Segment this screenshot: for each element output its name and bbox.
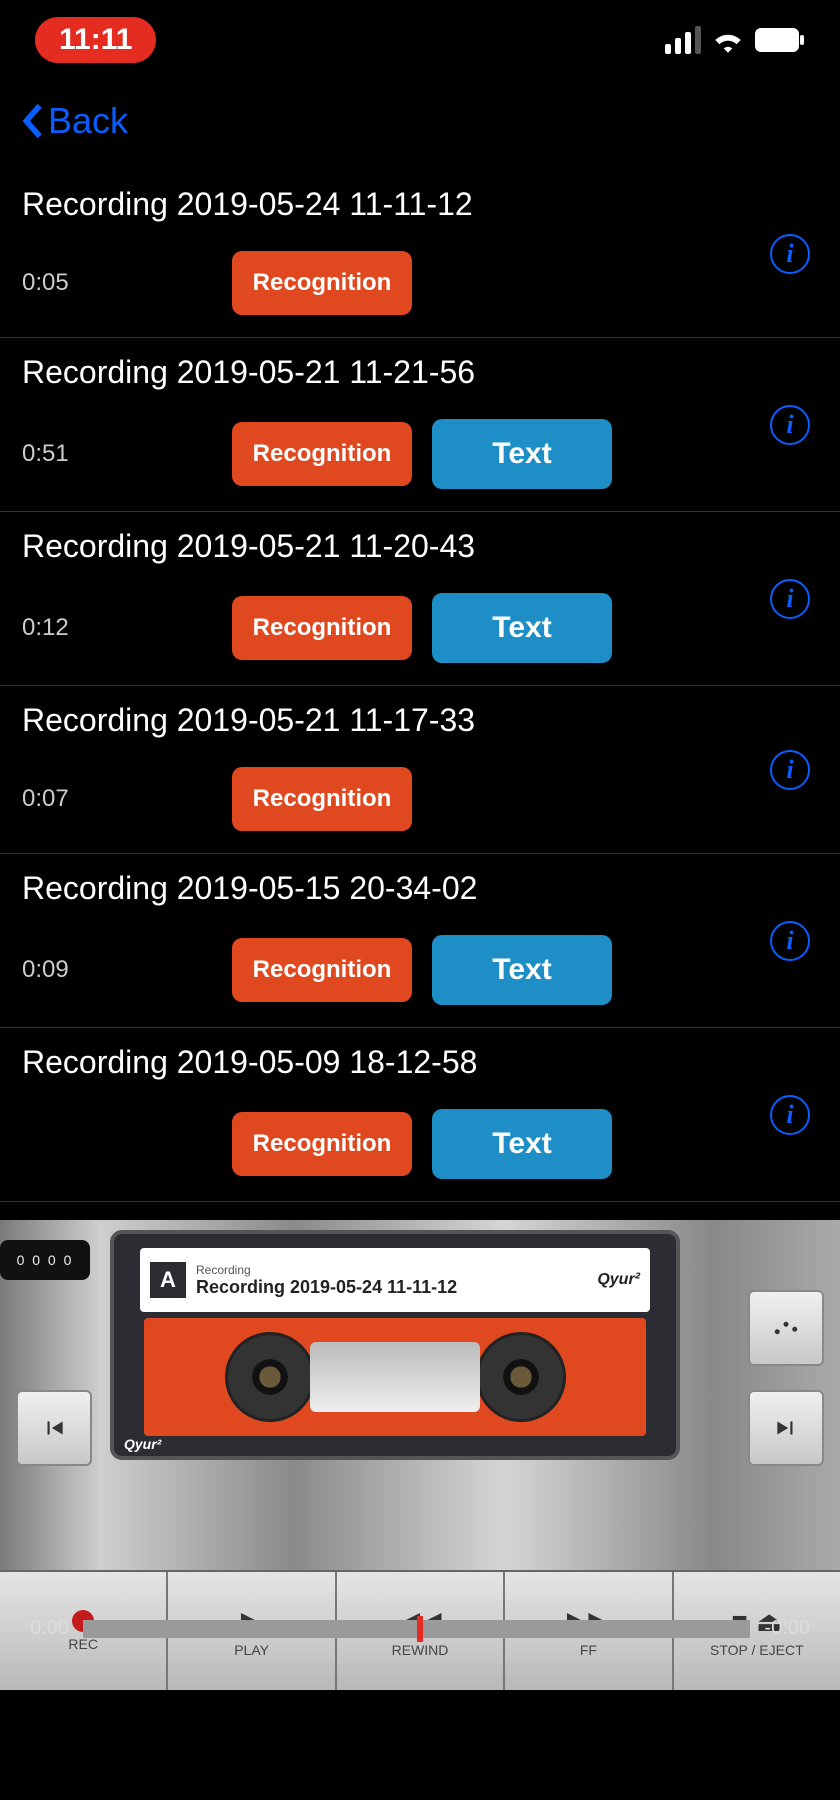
recording-duration: 0:07	[22, 785, 222, 813]
recognition-button[interactable]: Recognition	[232, 1112, 412, 1176]
cassette-subtitle: Recording	[196, 1263, 597, 1277]
next-button[interactable]	[748, 1390, 824, 1466]
prev-button[interactable]	[16, 1390, 92, 1466]
recording-item[interactable]: Recording 2019-05-15 20-34-02 0:09 Recogni…	[0, 854, 840, 1028]
recording-item[interactable]: Recording 2019-05-09 18-12-58 Recognition…	[0, 1028, 840, 1202]
recognition-button[interactable]: Recognition	[232, 767, 412, 831]
recording-item[interactable]: Recording 2019-05-21 11-20-43 0:12 Recogni…	[0, 512, 840, 686]
cassette-body	[144, 1318, 646, 1436]
cassette-window	[310, 1342, 480, 1412]
recording-duration: 0:51	[22, 440, 222, 468]
text-button[interactable]: Text	[432, 593, 612, 663]
mixer-button[interactable]	[748, 1290, 824, 1366]
cassette: A Recording Recording 2019-05-24 11-11-1…	[110, 1230, 680, 1460]
cassette-logo: Qyur²	[124, 1436, 161, 1452]
recognition-button[interactable]: Recognition	[232, 938, 412, 1002]
cassette-title: Recording 2019-05-24 11-11-12	[196, 1277, 597, 1298]
recognition-button[interactable]: Recognition	[232, 596, 412, 660]
recording-title: Recording 2019-05-21 11-21-56	[22, 354, 818, 391]
back-button[interactable]: Back	[20, 100, 128, 142]
cellular-icon	[665, 26, 701, 54]
recognition-button[interactable]: Recognition	[232, 251, 412, 315]
info-button[interactable]: i	[770, 1095, 810, 1135]
recording-title: Recording 2019-05-15 20-34-02	[22, 870, 818, 907]
time-remaining: -0:00	[764, 1617, 810, 1640]
reel-left	[225, 1332, 315, 1422]
skip-next-icon	[773, 1415, 799, 1441]
time-current: 0:00	[30, 1617, 69, 1640]
sliders-icon	[771, 1313, 801, 1343]
player-panel: 0 0 0 0 A Recording Recording 2019-05-24…	[0, 1220, 840, 1570]
timeline: 0:00 -0:00	[0, 1617, 840, 1640]
back-label: Back	[48, 100, 128, 142]
text-button[interactable]: Text	[432, 419, 612, 489]
timeline-marker	[417, 1616, 423, 1642]
reel-right	[476, 1332, 566, 1422]
recording-title: Recording 2019-05-21 11-20-43	[22, 528, 818, 565]
recording-duration: 0:09	[22, 956, 222, 984]
recognition-button[interactable]: Recognition	[232, 422, 412, 486]
recordings-list: Recording 2019-05-24 11-11-12 0:05 Recogni…	[0, 170, 840, 1202]
text-button[interactable]: Text	[432, 1109, 612, 1179]
skip-prev-icon	[41, 1415, 67, 1441]
status-bar: 11:11	[0, 0, 840, 80]
info-button[interactable]: i	[770, 234, 810, 274]
chevron-left-icon	[20, 102, 44, 140]
info-button[interactable]: i	[770, 405, 810, 445]
battery-icon	[755, 28, 805, 52]
recording-item[interactable]: Recording 2019-05-21 11-21-56 0:51 Recogni…	[0, 338, 840, 512]
recording-title: Recording 2019-05-09 18-12-58	[22, 1044, 818, 1081]
status-indicators	[665, 26, 805, 54]
tape-counter: 0 0 0 0	[0, 1240, 90, 1280]
cassette-label: A Recording Recording 2019-05-24 11-11-1…	[140, 1248, 650, 1312]
info-button[interactable]: i	[770, 579, 810, 619]
wifi-icon	[711, 27, 745, 53]
recording-item[interactable]: Recording 2019-05-21 11-17-33 0:07 Recogni…	[0, 686, 840, 854]
timeline-track[interactable]	[83, 1620, 750, 1638]
recording-duration: 0:12	[22, 614, 222, 642]
recording-title: Recording 2019-05-21 11-17-33	[22, 702, 818, 739]
text-button[interactable]: Text	[432, 935, 612, 1005]
home-indicator-area	[0, 1690, 840, 1800]
info-button[interactable]: i	[770, 921, 810, 961]
recording-duration: 0:05	[22, 269, 222, 297]
nav-bar: Back	[0, 80, 840, 170]
info-button[interactable]: i	[770, 750, 810, 790]
recording-item[interactable]: Recording 2019-05-24 11-11-12 0:05 Recogni…	[0, 170, 840, 338]
cassette-side: A	[150, 1262, 186, 1298]
cassette-brand: Qyur²	[597, 1271, 640, 1289]
recording-title: Recording 2019-05-24 11-11-12	[22, 186, 818, 223]
status-time: 11:11	[35, 17, 156, 63]
